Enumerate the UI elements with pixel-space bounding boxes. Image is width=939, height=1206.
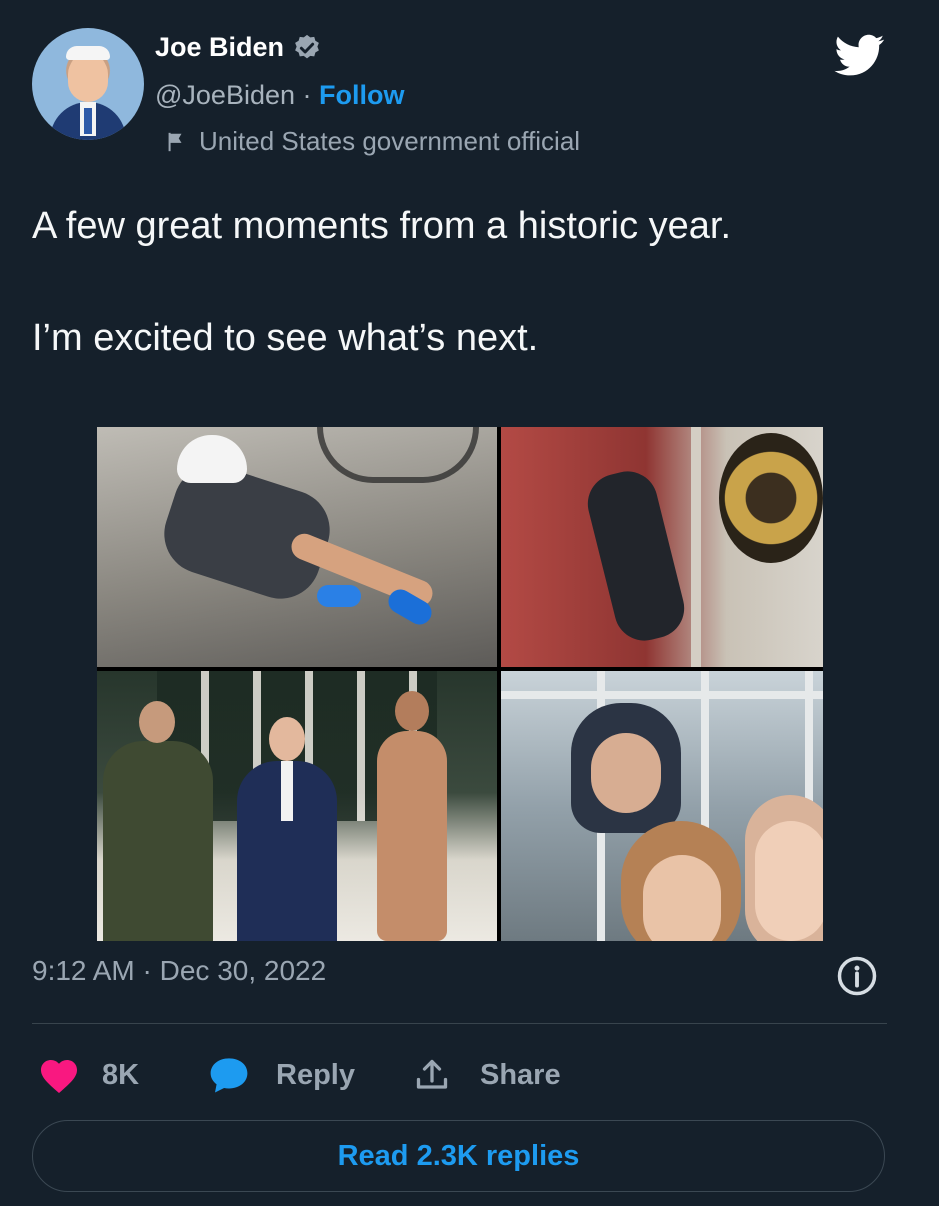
tweet-time: 9:12 AM <box>32 955 135 986</box>
share-label: Share <box>480 1058 561 1091</box>
reply-bubble-icon <box>210 1058 248 1093</box>
read-replies-button[interactable]: Read 2.3K replies <box>32 1120 885 1192</box>
government-label: United States government official <box>165 126 580 157</box>
action-bar: 8K Reply Share <box>38 1050 561 1100</box>
like-count: 8K <box>102 1058 140 1091</box>
handle-separator: · <box>302 80 312 110</box>
share-button[interactable]: Share <box>414 1055 561 1095</box>
author-name[interactable]: Joe Biden <box>155 32 284 63</box>
photo-window-kids[interactable] <box>501 671 823 941</box>
info-icon[interactable] <box>836 955 878 997</box>
divider <box>32 1023 887 1024</box>
tweet-text: A few great moments from a historic year… <box>32 198 892 366</box>
handle-row: @JoeBiden · Follow <box>155 80 405 111</box>
photo-walkway[interactable] <box>97 671 497 941</box>
author-handle[interactable]: @JoeBiden <box>155 80 295 110</box>
flag-icon <box>168 132 182 151</box>
tweet-text-paragraph: A few great moments from a historic year… <box>32 205 732 247</box>
tweet-text-paragraph: I’m excited to see what’s next. <box>32 317 539 359</box>
government-label-text: United States government official <box>199 126 581 156</box>
follow-button[interactable]: Follow <box>319 80 404 110</box>
share-icon <box>416 1059 448 1089</box>
photo-airplane-stairs[interactable] <box>501 427 823 667</box>
heart-icon <box>40 1059 78 1094</box>
photo-cyclist-fall[interactable] <box>97 427 497 667</box>
like-button[interactable]: 8K <box>38 1055 208 1095</box>
verified-badge-icon <box>295 34 319 58</box>
author-name-row: Joe Biden <box>155 32 322 63</box>
timestamp-separator: · <box>142 955 152 986</box>
tweet-timestamp[interactable]: 9:12 AM · Dec 30, 2022 <box>32 955 326 987</box>
tweet-card: Joe Biden @JoeBiden · Follow United Stat… <box>0 0 939 1206</box>
media-grid[interactable] <box>97 427 823 941</box>
avatar[interactable] <box>32 28 144 140</box>
reply-label: Reply <box>276 1058 355 1091</box>
reply-button[interactable]: Reply <box>208 1055 414 1095</box>
tweet-date: Dec 30, 2022 <box>159 955 327 986</box>
twitter-bird-icon[interactable] <box>832 30 888 80</box>
